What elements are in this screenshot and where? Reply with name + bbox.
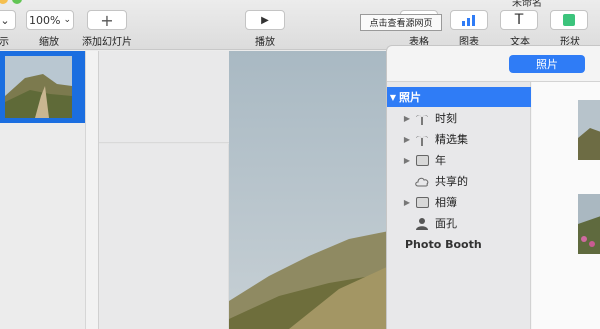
text-t-icon: T <box>514 12 524 28</box>
disclosure-closed-icon: ▶ <box>403 134 411 144</box>
shape-button[interactable] <box>550 10 588 30</box>
tooltip: 点击查看源网页 <box>360 14 442 31</box>
shape-square-icon <box>563 14 575 26</box>
source-item-years[interactable]: ▶ 年 <box>387 150 531 170</box>
chart-button[interactable] <box>450 10 488 30</box>
source-item-collections[interactable]: ▶ 精选集 <box>387 129 531 149</box>
play-icon: ▶ <box>261 14 269 26</box>
source-label: Photo Booth <box>405 237 482 251</box>
source-label: 精选集 <box>435 133 468 146</box>
zoom-window-button[interactable] <box>12 0 22 4</box>
toolbar: ⌄ 示 100% ⌄ 缩放 + 添加幻灯片 ▶ 播放 表格 图表 T 文本 形状… <box>0 0 600 50</box>
palm-tree-icon <box>413 111 431 125</box>
source-item-photos[interactable]: ▼ 照片 <box>387 87 531 107</box>
photo-preview-grid <box>532 82 600 329</box>
navigator-divider <box>85 51 99 329</box>
zoom-label: 缩放 <box>39 37 59 48</box>
slide-photo[interactable] <box>229 51 389 329</box>
source-label: 共享的 <box>435 175 468 188</box>
cloud-icon <box>413 174 431 188</box>
source-item-albums[interactable]: ▶ 相簿 <box>387 192 531 212</box>
photo-thumbnail[interactable] <box>578 194 600 254</box>
stack-icon <box>413 153 431 167</box>
bar-chart-icon <box>462 15 475 26</box>
play-button[interactable]: ▶ <box>245 10 285 30</box>
slide-navigator <box>0 51 85 329</box>
photo-thumbnail[interactable] <box>578 100 600 160</box>
text-button[interactable]: T <box>500 10 538 30</box>
view-label: 示 <box>0 37 9 48</box>
zoom-value: 100% <box>29 13 61 27</box>
disclosure-closed-icon: ▶ <box>403 197 411 207</box>
disclosure-open-icon: ▼ <box>389 92 397 102</box>
person-icon <box>413 216 431 230</box>
tab-photos[interactable]: 照片 <box>509 55 585 73</box>
palm-tree-icon <box>413 132 431 146</box>
source-label: 相簿 <box>435 196 457 209</box>
placeholder-panel <box>99 51 229 143</box>
source-item-shared[interactable]: 共享的 <box>387 171 531 191</box>
slide-thumbnail-selected[interactable] <box>0 51 85 123</box>
placeholder-panel <box>99 144 229 329</box>
disclosure-closed-icon: ▶ <box>403 155 411 165</box>
document-title: 未命名 <box>512 0 542 9</box>
source-label: 年 <box>435 154 446 167</box>
source-label: 时刻 <box>435 112 457 125</box>
minimize-window-button[interactable] <box>0 0 8 4</box>
source-item-moments[interactable]: ▶ 时刻 <box>387 108 531 128</box>
album-icon <box>413 195 431 209</box>
source-label: 照片 <box>399 91 421 104</box>
photo-source-list: ▼ 照片 ▶ 时刻 ▶ 精选集 ▶ 年 共享的 ▶ 相簿 面孔 Photo Bo… <box>387 82 531 329</box>
media-browser-popover: 照片 ▼ 照片 ▶ 时刻 ▶ 精选集 ▶ 年 共享的 ▶ 相簿 面孔 Photo… <box>386 45 600 329</box>
plus-icon: + <box>100 10 114 30</box>
source-label: 面孔 <box>435 217 457 230</box>
slide-thumbnail-image <box>5 56 72 118</box>
chevron-down-icon: ⌄ <box>63 15 71 25</box>
source-item-faces[interactable]: 面孔 <box>387 213 531 233</box>
add-slide-button[interactable]: + <box>87 10 127 30</box>
zoom-select[interactable]: 100% ⌄ <box>26 10 74 30</box>
chevron-down-icon: ⌄ <box>0 13 10 27</box>
add-slide-label: 添加幻灯片 <box>82 37 132 48</box>
source-item-photo-booth[interactable]: Photo Booth <box>387 234 531 254</box>
slide-canvas[interactable] <box>99 51 389 329</box>
play-label: 播放 <box>255 37 275 48</box>
view-menu-button[interactable]: ⌄ <box>0 10 16 30</box>
disclosure-closed-icon: ▶ <box>403 113 411 123</box>
